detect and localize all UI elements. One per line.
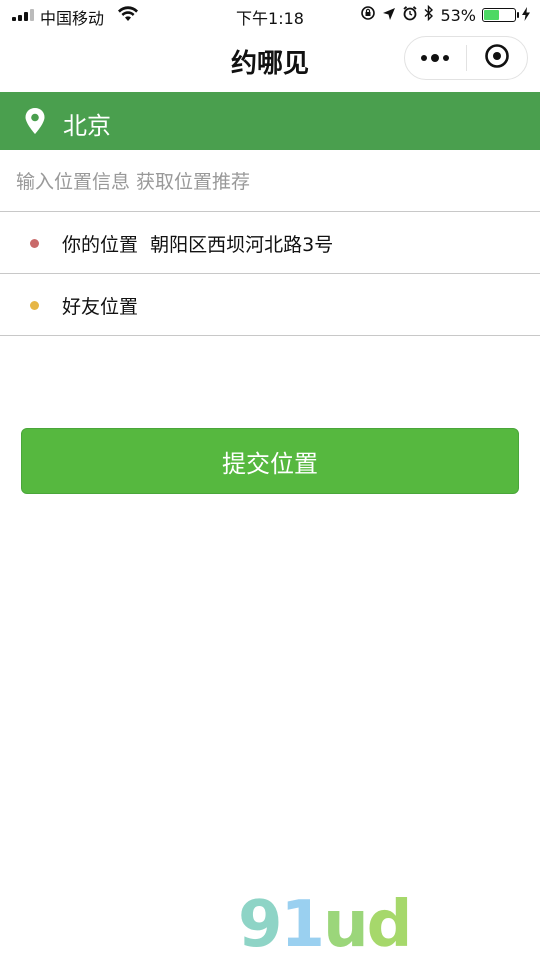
friend-location-dot	[30, 301, 39, 310]
bluetooth-icon	[424, 4, 434, 25]
charging-icon	[522, 6, 530, 25]
my-location-address: 朝阳区西坝河北路3号	[150, 234, 334, 256]
more-dots-icon	[421, 54, 450, 62]
map-pin-icon	[25, 108, 45, 138]
battery-icon	[482, 8, 519, 22]
submit-location-button[interactable]: 提交位置	[21, 428, 519, 494]
search-row	[0, 150, 540, 212]
close-button[interactable]	[467, 37, 528, 79]
city-name: 北京	[63, 112, 111, 140]
my-location-dot	[30, 239, 39, 248]
battery-percent: 53%	[440, 5, 476, 25]
navigation-bar: 约哪见	[0, 30, 540, 92]
battery-fill	[484, 10, 500, 20]
capsule-menu	[404, 36, 528, 80]
status-bar: 中国移动 下午1:18 53%	[0, 0, 540, 30]
friend-location-row[interactable]: 好友位置	[0, 274, 540, 336]
rotation-lock-icon	[360, 5, 376, 25]
my-location-text: 你的位置 朝阳区西坝河北路3号	[62, 230, 333, 257]
location-arrow-icon	[382, 6, 396, 25]
more-button[interactable]	[405, 37, 466, 79]
page: 中国移动 下午1:18 53% 约哪见 北京 输入位置信息 获取位置推荐 你的位…	[0, 0, 540, 960]
watermark-brand: 91ud	[238, 888, 412, 960]
my-location-row[interactable]: 你的位置 朝阳区西坝河北路3号	[0, 212, 540, 274]
friend-location-label: 好友位置	[62, 296, 139, 318]
my-location-label: 你的位置	[62, 234, 139, 256]
close-target-icon	[484, 43, 510, 73]
location-search-input[interactable]	[14, 162, 528, 202]
watermark-logo: 91ud	[238, 888, 538, 960]
status-icons: 53%	[360, 4, 530, 26]
alarm-icon	[402, 5, 418, 25]
city-selector[interactable]: 北京	[0, 92, 540, 150]
